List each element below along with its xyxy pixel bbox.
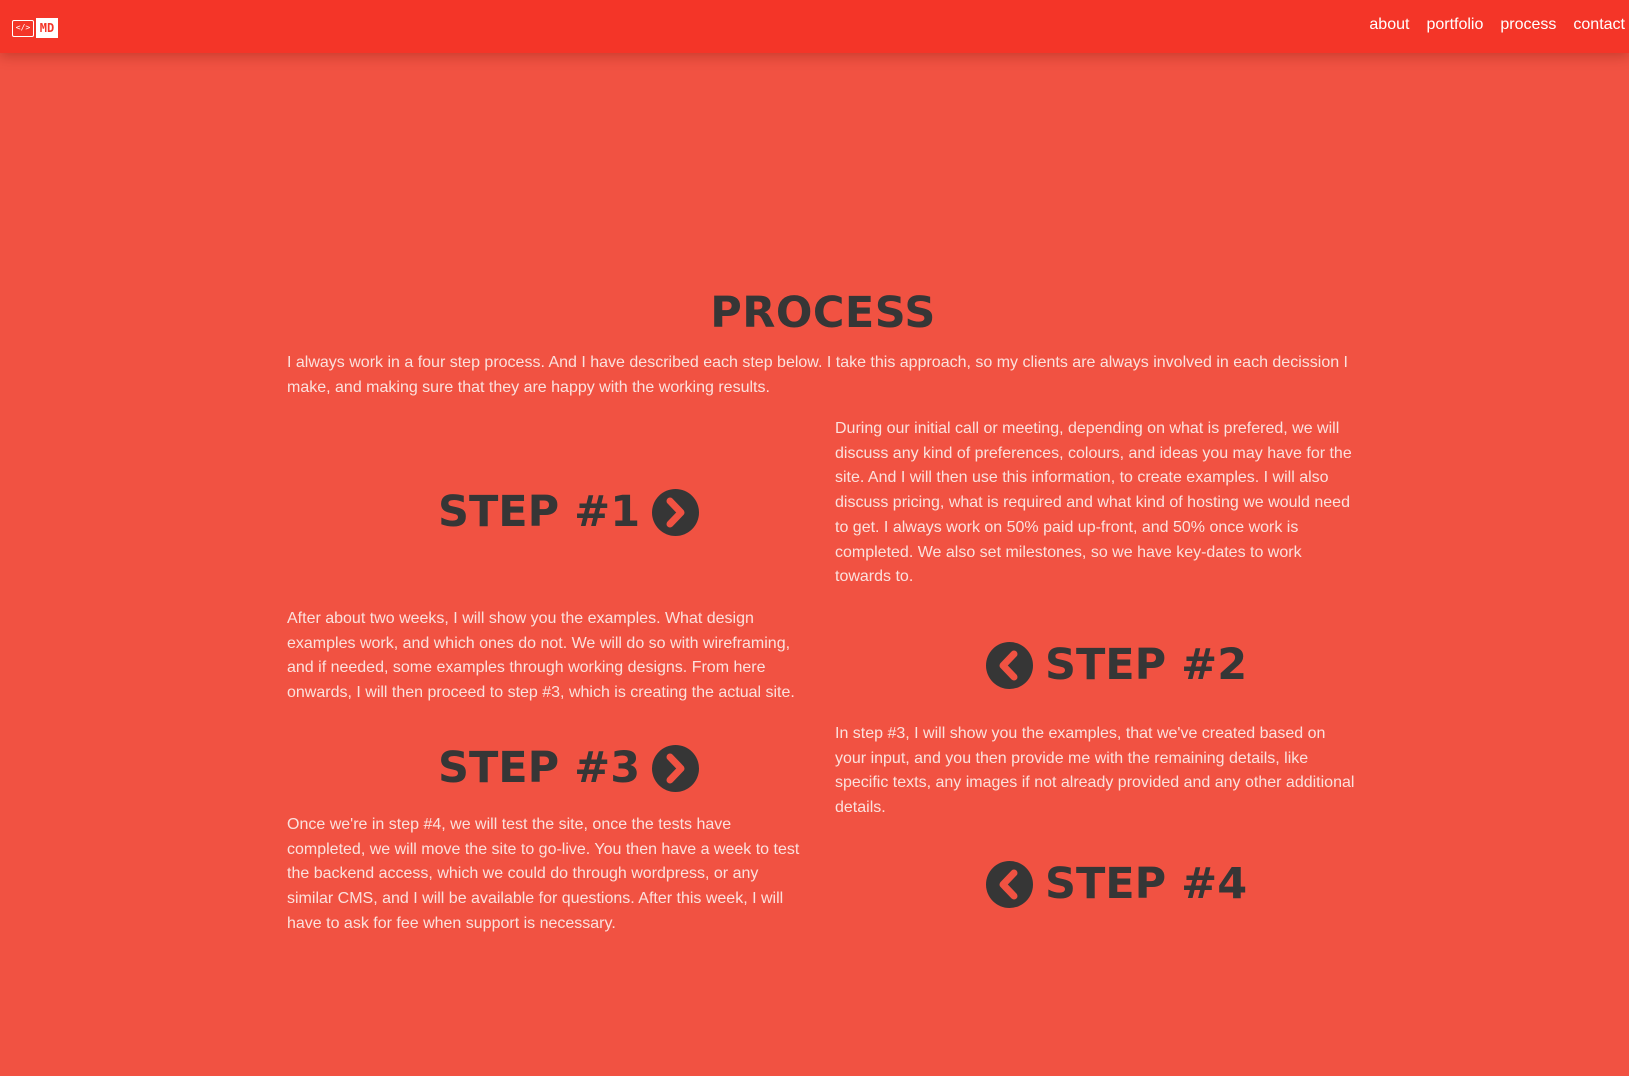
step-4-description: Once we're in step #4, we will test the … — [287, 816, 800, 932]
logo[interactable]: </> MD — [12, 18, 58, 38]
chevron-right-circle-icon[interactable] — [652, 488, 700, 536]
step-2-label: STEP #2 — [1045, 640, 1248, 690]
step-2-description: After about two weeks, I will show you t… — [287, 610, 795, 702]
step-3-description: In step #3, I will show you the examples… — [835, 725, 1355, 817]
nav-link-portfolio[interactable]: portfolio — [1426, 16, 1483, 34]
step-3-label: STEP #3 — [438, 743, 641, 793]
chevron-left-circle-icon[interactable] — [986, 860, 1033, 908]
step-1-heading[interactable]: STEP #1 — [438, 487, 700, 537]
chevron-left-circle-icon[interactable] — [986, 641, 1033, 689]
step-4-heading[interactable]: STEP #4 — [986, 859, 1247, 909]
process-intro: I always work in a four step process. An… — [287, 354, 1348, 396]
nav-link-process[interactable]: process — [1500, 16, 1556, 34]
step-2-heading[interactable]: STEP #2 — [986, 640, 1247, 690]
code-icon: </> — [12, 19, 34, 37]
step-4-label: STEP #4 — [1045, 859, 1248, 909]
logo-text: MD — [36, 18, 58, 38]
section-title: PROCESS — [710, 288, 936, 338]
step-1-description: During our initial call or meeting, depe… — [835, 420, 1352, 586]
chevron-right-circle-icon[interactable] — [652, 744, 700, 792]
nav-link-about[interactable]: about — [1369, 16, 1409, 34]
nav-menu: about portfolio process contact — [1369, 16, 1625, 34]
nav-link-contact[interactable]: contact — [1573, 16, 1625, 34]
navbar: </> MD about portfolio process contact — [0, 0, 1629, 53]
step-3-heading[interactable]: STEP #3 — [438, 743, 700, 793]
step-1-label: STEP #1 — [438, 487, 641, 537]
